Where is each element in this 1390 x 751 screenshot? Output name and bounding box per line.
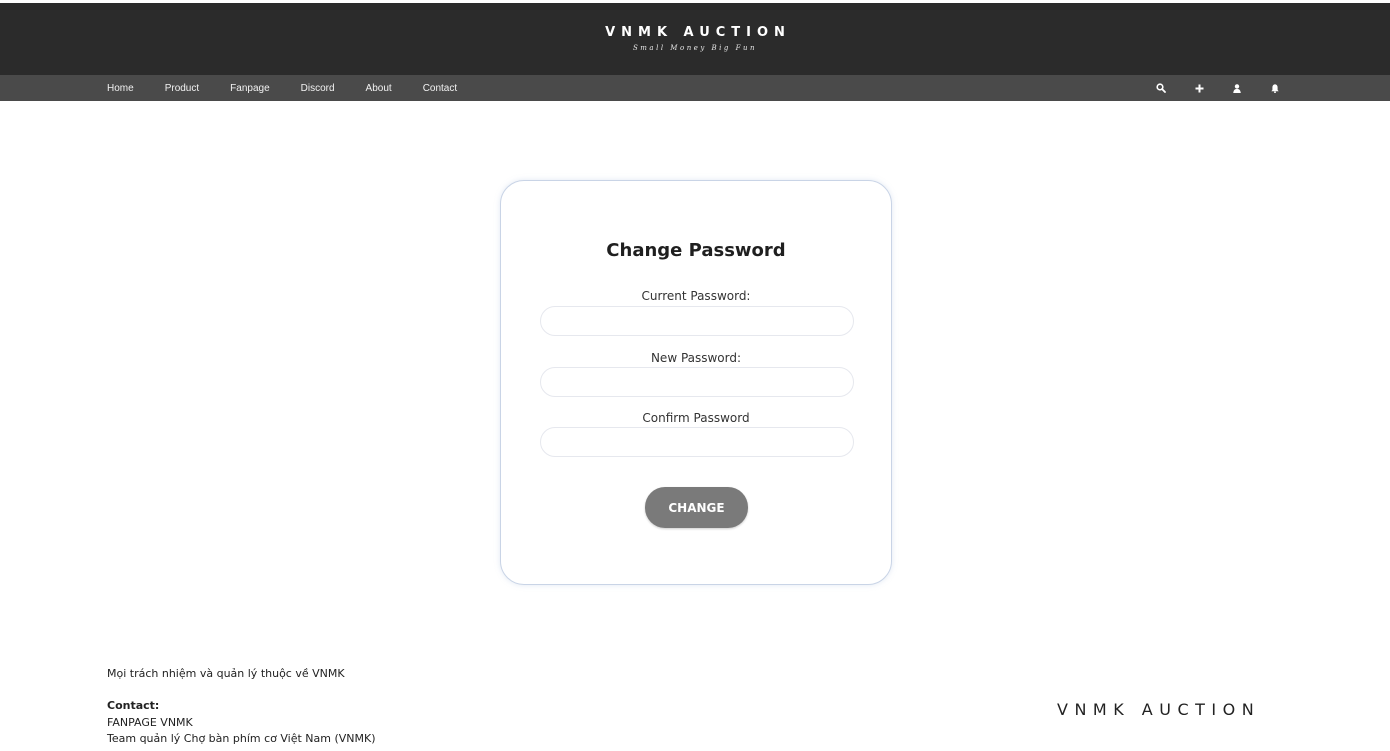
footer-responsibility-note: Mọi trách nhiệm và quản lý thuộc về VNMK (107, 667, 345, 680)
new-password-input[interactable] (540, 367, 854, 397)
user-icon[interactable] (1227, 78, 1247, 98)
form-title: Change Password (606, 240, 786, 261)
nav-link-product[interactable]: Product (165, 83, 199, 94)
main-navbar: Home Product Fanpage Discord About Conta… (0, 75, 1390, 101)
search-icon[interactable] (1151, 78, 1171, 98)
plus-icon[interactable] (1189, 78, 1209, 98)
change-button[interactable]: CHANGE (645, 487, 748, 528)
new-password-label: New Password: (650, 351, 742, 365)
nav-link-fanpage[interactable]: Fanpage (230, 83, 269, 94)
site-tagline: Small Money Big Fun (633, 44, 757, 52)
change-password-card: Change Password Current Password: New Pa… (500, 180, 892, 585)
nav-icon-group (1151, 75, 1303, 101)
current-password-input[interactable] (540, 306, 854, 336)
site-brand[interactable]: VNMK AUCTION Small Money Big Fun (0, 25, 1390, 52)
nav-link-about[interactable]: About (366, 83, 392, 94)
confirm-password-label: Confirm Password (642, 411, 750, 425)
footer-fanpage-link[interactable]: FANPAGE VNMK (107, 716, 193, 729)
nav-link-contact[interactable]: Contact (423, 83, 457, 94)
footer-contact-heading: Contact: (107, 699, 160, 712)
footer-team-text: Team quản lý Chợ bàn phím cơ Việt Nam (V… (107, 732, 376, 745)
site-header: VNMK AUCTION Small Money Big Fun (0, 0, 1390, 75)
nav-link-home[interactable]: Home (107, 83, 134, 94)
confirm-password-input[interactable] (540, 427, 854, 457)
footer-brand: VNMK AUCTION (1057, 700, 1261, 719)
nav-links: Home Product Fanpage Discord About Conta… (107, 75, 488, 101)
current-password-label: Current Password: (641, 289, 751, 303)
bell-icon[interactable] (1265, 78, 1285, 98)
nav-link-discord[interactable]: Discord (301, 83, 335, 94)
site-title[interactable]: VNMK AUCTION (0, 25, 1390, 40)
